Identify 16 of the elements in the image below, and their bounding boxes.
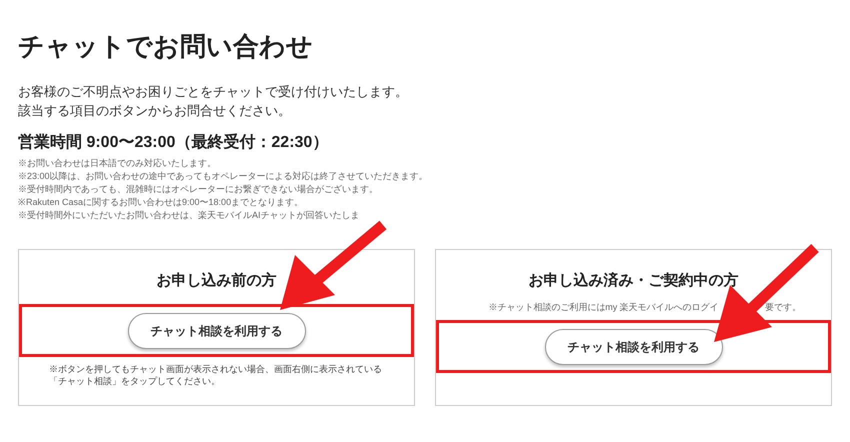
page-title: チャットでお問い合わせ <box>18 30 314 63</box>
note-text: 要です。 <box>764 301 801 314</box>
note-text: ※23:00以降は、お問い合わせの途中であってもオペレーターによる対応は終了させていただきます。 <box>18 170 428 183</box>
card-heading: お申し込み済み・ご契約中の方 <box>528 271 738 291</box>
chat-button[interactable]: チャット相談を利用する <box>128 312 306 348</box>
note-text: ※チャット相談のご利用にはmy 楽天モバイルへのログイ <box>488 301 719 314</box>
note-text: ※受付時間外にいただいたお問い合わせは、楽天モバイルAIチャットが回答いたしま <box>18 209 360 222</box>
note-text: ※受付時間内であっても、混雑時にはオペレーターにお繋ぎできない場合がございます。 <box>18 183 378 196</box>
note-text: ※Rakuten Casaに関するお問い合わせは9:00〜18:00までとなります。 <box>18 196 304 209</box>
chat-button[interactable]: チャット相談を利用する <box>544 328 722 364</box>
note-text: ※ボタンを押してもチャット画面が表示されない場合、画面右側に表示されている「チャット相談」をタップしてください。 <box>48 363 383 387</box>
card-heading: お申し込み前の方 <box>156 271 276 291</box>
note-text: ※お問い合わせは日本語でのみ対応いたします。 <box>18 157 216 170</box>
intro-text: 該当する項目のボタンからお問合せください。 <box>18 102 291 120</box>
business-hours-heading: 営業時間 9:00〜23:00（最終受付：22:30） <box>18 132 330 153</box>
intro-text: お客様のご不明点やお困りごとをチャットで受け付けいたします。 <box>18 83 408 101</box>
